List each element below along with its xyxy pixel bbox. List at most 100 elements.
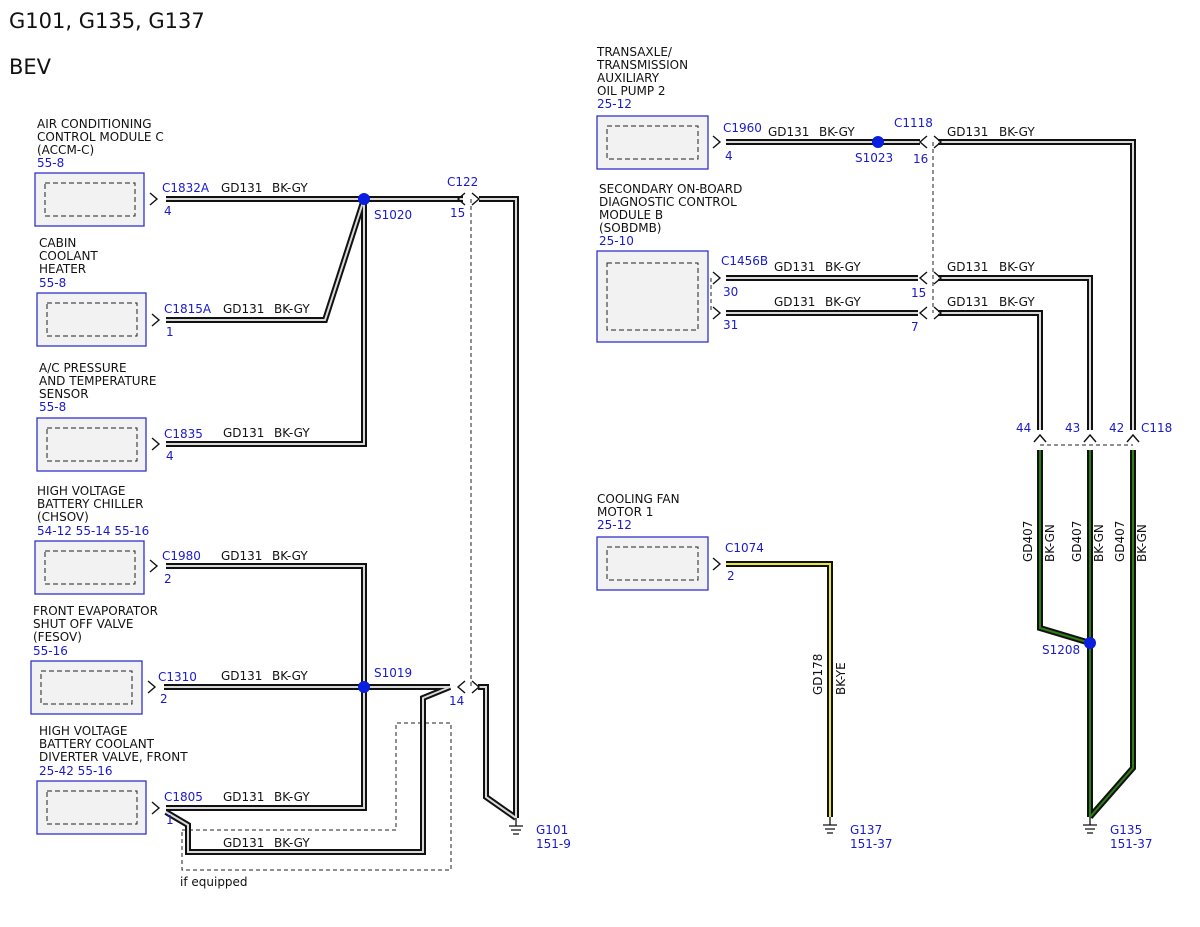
module-label: DIAGNOSTIC CONTROL — [599, 195, 737, 209]
connector-arrow-icon — [151, 801, 161, 815]
wire-color: BK-GY — [272, 181, 308, 195]
wire-color: BK-GY — [999, 295, 1035, 309]
splices: S1020 S1019 S1023 S1208 — [358, 136, 1096, 693]
module-label: A/C PRESSURE — [39, 361, 127, 375]
ground-icon — [1083, 817, 1097, 834]
module-ref: 55-8 — [37, 156, 64, 170]
splice-s1020 — [358, 193, 370, 205]
pin-number: 16 — [913, 152, 928, 166]
ground-icon — [823, 817, 837, 834]
wire-color: BK-GY — [825, 260, 861, 274]
module-label: CONTROL MODULE C — [37, 130, 164, 144]
connector-arrow-icon — [918, 271, 943, 285]
module-ref: 25-12 — [597, 518, 632, 532]
module-label: (SOBDMB) — [599, 221, 661, 235]
circuit-id: GD131 — [223, 836, 264, 850]
pin-number: 43 — [1065, 421, 1080, 435]
module-label: BATTERY CHILLER — [37, 497, 144, 511]
module-label: SHUT OFF VALVE — [33, 617, 133, 631]
circuit-id: GD131 — [223, 790, 264, 804]
connector-arrow-icon — [918, 306, 943, 320]
module-label: HIGH VOLTAGE — [39, 724, 127, 738]
splice-label: S1019 — [374, 666, 412, 680]
circuit-id: GD407 — [1070, 521, 1084, 562]
pin-number: 2 — [727, 569, 735, 583]
module-ref: 25-42 55-16 — [39, 764, 113, 778]
wire — [164, 684, 452, 855]
pin-number: 4 — [166, 449, 174, 463]
wire-color: BK-GY — [825, 295, 861, 309]
connector-id: C118 — [1141, 421, 1172, 435]
circuit-id: GD178 — [811, 654, 825, 695]
splice-label: S1020 — [374, 208, 412, 222]
connector-arrow-icon — [712, 557, 722, 571]
splice-label: S1023 — [855, 151, 893, 165]
wire-color: BK-GY — [272, 549, 308, 563]
module-accm: AIR CONDITIONING CONTROL MODULE C (ACCM-… — [34, 117, 164, 227]
pin-number: 14 — [449, 694, 464, 708]
module-ac-pressure-sensor: A/C PRESSURE AND TEMPERATURE SENSOR 55-8 — [36, 361, 157, 472]
pin-number: 15 — [911, 286, 926, 300]
pin-number: 44 — [1016, 421, 1031, 435]
ground-ref: 151-37 — [1110, 837, 1153, 851]
module-label: (ACCM-C) — [37, 143, 94, 157]
module-ref: 25-10 — [599, 234, 634, 248]
wire-color: BK-YE — [834, 662, 848, 695]
connector-id: C1835 — [164, 427, 203, 441]
circuit-id: GD131 — [221, 549, 262, 563]
module-inner — [44, 182, 136, 217]
module-label: COOLING FAN — [597, 492, 680, 506]
module-transaxle-oil-pump: TRANSAXLE/ TRANSMISSION AUXILIARY OIL PU… — [596, 45, 709, 170]
pin-number: 1 — [166, 813, 174, 827]
wire-core — [938, 141, 1134, 430]
module-cabin-coolant-heater: CABIN COOLANT HEATER 55-8 — [36, 236, 147, 347]
wire — [938, 310, 1043, 430]
module-label: OIL PUMP 2 — [597, 84, 666, 98]
pin-number: 4 — [164, 204, 172, 218]
circuit-id: GD407 — [1113, 521, 1127, 562]
circuit-id: GD131 — [774, 260, 815, 274]
pin-number: 1 — [166, 325, 174, 339]
ground-ref: 151-37 — [850, 837, 893, 851]
circuit-id: GD131 — [221, 669, 262, 683]
module-ref: 55-16 — [33, 644, 68, 658]
connector-id: C122 — [447, 175, 478, 189]
wire-core — [938, 312, 1041, 430]
ground-id: G135 — [1110, 823, 1142, 837]
module-label: CABIN — [39, 236, 76, 250]
module-label: HEATER — [39, 262, 86, 276]
module-inner — [606, 546, 699, 581]
connector-arrow-icon — [149, 192, 159, 206]
module-label: AND TEMPERATURE — [39, 374, 157, 388]
if-equipped-note: if equipped — [180, 875, 248, 889]
circuit-id: GD131 — [221, 181, 262, 195]
wire-color: BK-GY — [819, 125, 855, 139]
wire-color: BK-GY — [274, 426, 310, 440]
splice-s1019 — [358, 681, 370, 693]
module-inner — [44, 550, 136, 585]
module-label: DIVERTER VALVE, FRONT — [39, 750, 188, 764]
module-fesov: FRONT EVAPORATOR SHUT OFF VALVE (FESOV) … — [30, 604, 158, 715]
circuit-labels: GD131 BK-GY GD131 BK-GY GD131 BK-GY GD13… — [221, 125, 1149, 850]
pin-number: 2 — [164, 572, 172, 586]
module-inner — [46, 790, 138, 825]
pin-number: 2 — [160, 692, 168, 706]
page-title: G101, G135, G137 — [9, 9, 205, 33]
connector-id: C1805 — [164, 790, 203, 804]
pin-number: 31 — [723, 318, 738, 332]
pin-number: 7 — [911, 320, 919, 334]
grounds: G101 151-9 G137 151-37 G135 151-37 — [509, 817, 1153, 851]
connector-arrow-icon — [1033, 433, 1140, 443]
circuit-id: GD131 — [774, 295, 815, 309]
connector-id: C1456B — [721, 254, 768, 268]
circuit-id: GD131 — [223, 426, 264, 440]
connector-arrow-icon — [918, 135, 943, 149]
circuit-id: GD131 — [768, 125, 809, 139]
ground-id: G137 — [850, 823, 882, 837]
ground-id: G101 — [536, 823, 568, 837]
splice-label: S1208 — [1042, 643, 1080, 657]
pin-number: 30 — [723, 285, 738, 299]
module-ref: 25-12 — [597, 97, 632, 111]
connector-labels: C1832A 4 C1815A 1 C1835 4 C1980 2 C1310 … — [158, 116, 1172, 827]
wire — [938, 139, 1136, 430]
